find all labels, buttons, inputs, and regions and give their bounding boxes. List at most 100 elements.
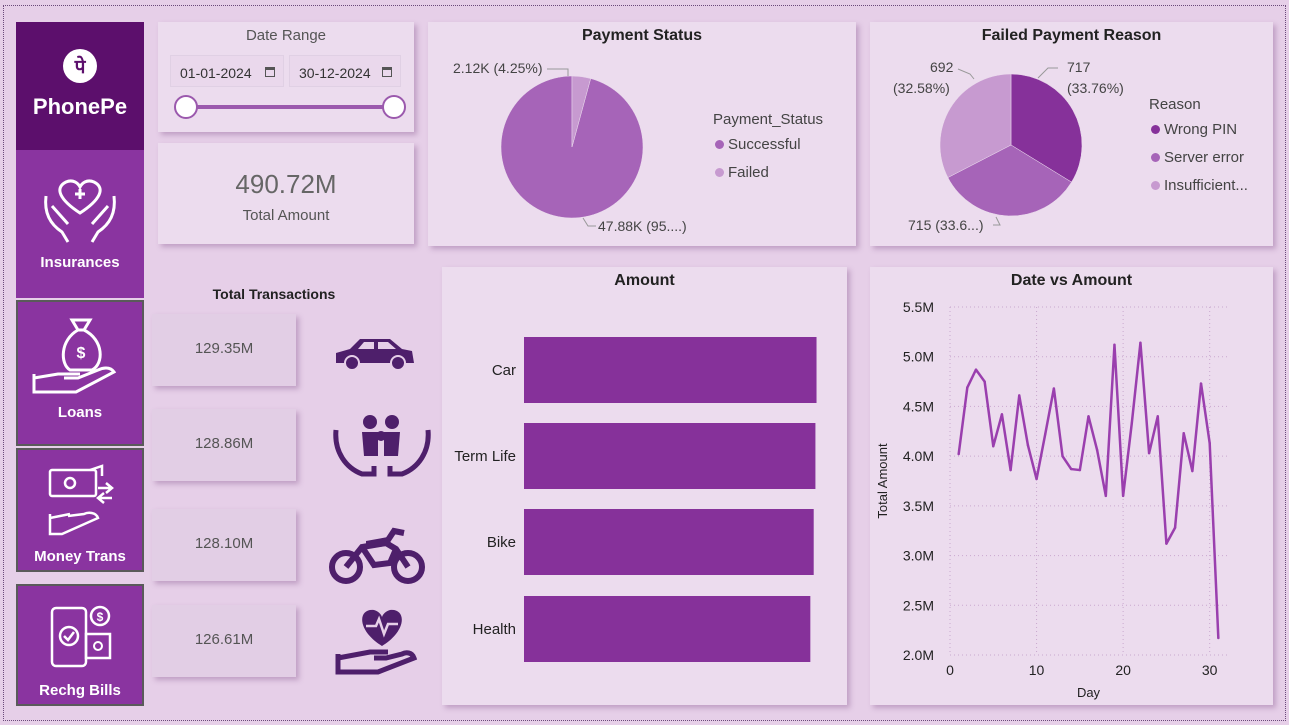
legend-swatch (715, 140, 724, 149)
data-point[interactable] (1191, 469, 1194, 473)
sidebar-item-money-trans[interactable]: Money Trans (16, 448, 144, 572)
start-date-input[interactable]: 01-01-2024 (170, 55, 284, 87)
y-tick-label: 5.5M (903, 299, 934, 315)
slider-handle-end[interactable] (382, 95, 406, 119)
x-tick-label: 30 (1202, 662, 1218, 678)
data-label-insufficient: 692 (930, 59, 954, 75)
data-point[interactable] (1139, 341, 1142, 344)
data-point[interactable] (1035, 477, 1038, 481)
sidebar-item-insurances[interactable]: Insurances (16, 150, 144, 298)
data-point[interactable] (1165, 542, 1168, 545)
date-range-card: Date Range 01-01-2024 30-12-2024 (158, 22, 414, 132)
transaction-value: 126.61M (194, 631, 254, 648)
bar-car[interactable] (524, 337, 817, 403)
heart-pulse-hand-icon (335, 609, 418, 675)
data-point[interactable] (1199, 382, 1203, 385)
x-tick-label: 0 (946, 662, 954, 678)
data-point[interactable] (992, 445, 995, 448)
data-point[interactable] (1069, 467, 1073, 471)
slider-handle-start[interactable] (174, 95, 198, 119)
cash-transfer-icon (48, 464, 114, 536)
data-point[interactable] (1113, 343, 1116, 346)
phonepe-logo-tile[interactable]: पे PhonePe (16, 22, 144, 150)
bar-term-life[interactable] (524, 423, 816, 489)
category-label: Bike (487, 534, 516, 551)
phonepe-logo-icon: पे (63, 49, 97, 83)
kpi-label: Total Amount (242, 207, 330, 224)
data-point[interactable] (983, 380, 986, 383)
sidebar-item-loans[interactable]: $ Loans (16, 300, 144, 446)
payment-status-pie[interactable] (428, 22, 856, 246)
data-point[interactable] (974, 368, 978, 371)
data-point[interactable] (1121, 494, 1125, 498)
data-point[interactable] (1087, 415, 1090, 418)
legend-item-insufficient[interactable]: Insufficient... (1151, 177, 1248, 194)
x-tick-label: 10 (1029, 662, 1045, 678)
data-point[interactable] (1173, 526, 1177, 529)
sidebar-item-label: Money Trans (34, 548, 126, 565)
transaction-value: 128.10M (194, 535, 254, 552)
family-hands-icon (333, 415, 431, 477)
data-point[interactable] (1156, 415, 1159, 418)
leader-line (957, 68, 975, 80)
category-label: Term Life (454, 448, 516, 465)
data-point[interactable] (1078, 468, 1082, 472)
data-point[interactable] (1061, 454, 1064, 458)
data-point[interactable] (1026, 444, 1030, 447)
calendar-icon[interactable] (382, 67, 392, 77)
data-point[interactable] (1018, 394, 1021, 397)
data-point[interactable] (1104, 494, 1108, 498)
y-tick-label: 5.0M (903, 349, 934, 365)
amount-card: Amount Car Term Life Bike Health (442, 267, 847, 705)
leader-line (547, 68, 569, 76)
car-icon (336, 339, 414, 371)
leader-line (993, 216, 1001, 226)
data-label-wrong-pin: 717 (1067, 59, 1091, 75)
data-point[interactable] (1044, 433, 1047, 436)
data-point[interactable] (1182, 432, 1185, 435)
transaction-card-health: 126.61M (152, 605, 296, 677)
data-label-wrong-pin-pct: (33.76%) (1067, 80, 1124, 96)
data-point[interactable] (966, 386, 969, 389)
data-point[interactable] (1147, 451, 1151, 455)
data-point[interactable] (1095, 448, 1099, 452)
data-point[interactable] (957, 452, 960, 456)
data-point[interactable] (1217, 636, 1220, 640)
series-line[interactable] (957, 341, 1220, 639)
sidebar-item-label: Loans (57, 404, 103, 421)
data-point[interactable] (1208, 442, 1211, 445)
legend-title: Payment_Status (713, 111, 824, 128)
legend-title: Reason (1149, 96, 1201, 113)
data-point[interactable] (1000, 413, 1004, 416)
calendar-icon[interactable] (265, 67, 275, 77)
date-range-slider[interactable] (158, 88, 414, 128)
y-tick-label: 4.5M (903, 398, 934, 414)
failed-reason-card: Failed Payment Reason 692 (32.58%) 717 (… (870, 22, 1273, 246)
transaction-card-term-life: 128.86M (152, 409, 296, 481)
payment-status-card: Payment Status 2.12K (4.25%) 47.88K (95.… (428, 22, 856, 246)
data-point[interactable] (1130, 422, 1133, 425)
transaction-value: 129.35M (194, 340, 254, 357)
svg-text:पे: पे (74, 55, 87, 78)
y-tick-label: 2.5M (903, 597, 934, 613)
legend-item-successful[interactable]: Successful (715, 136, 801, 153)
amount-bar-chart[interactable]: Car Term Life Bike Health (442, 267, 847, 705)
bar-bike[interactable] (524, 509, 814, 575)
start-date-value: 01-01-2024 (180, 65, 252, 81)
legend-item-wrong-pin[interactable]: Wrong PIN (1151, 121, 1237, 138)
bar-health[interactable] (524, 596, 811, 662)
end-date-input[interactable]: 30-12-2024 (289, 55, 401, 87)
brand-name: PhonePe (32, 94, 128, 119)
data-point[interactable] (1052, 387, 1056, 390)
motorbike-icon (329, 527, 425, 584)
legend-item-server-error[interactable]: Server error (1151, 149, 1244, 166)
data-label-server-error: 715 (33.6...) (908, 217, 984, 233)
sidebar-item-rechg-bills[interactable]: $ Rechg Bills (16, 584, 144, 706)
legend-item-failed[interactable]: Failed (715, 164, 769, 181)
leader-line (582, 217, 596, 227)
date-vs-amount-card: Date vs Amount 2.0M 2.5M 3.0M 3.5M 4.0M 4.5M 5… (870, 267, 1273, 705)
y-tick-label: 4.0M (903, 448, 934, 464)
date-vs-amount-line-chart[interactable]: 2.0M2.5M3.0M3.5M4.0M4.5M5.0M5.5M0 10 20 30D… (870, 267, 1273, 705)
data-label-failed: 2.12K (4.25%) (453, 60, 543, 76)
data-point[interactable] (1009, 468, 1012, 472)
